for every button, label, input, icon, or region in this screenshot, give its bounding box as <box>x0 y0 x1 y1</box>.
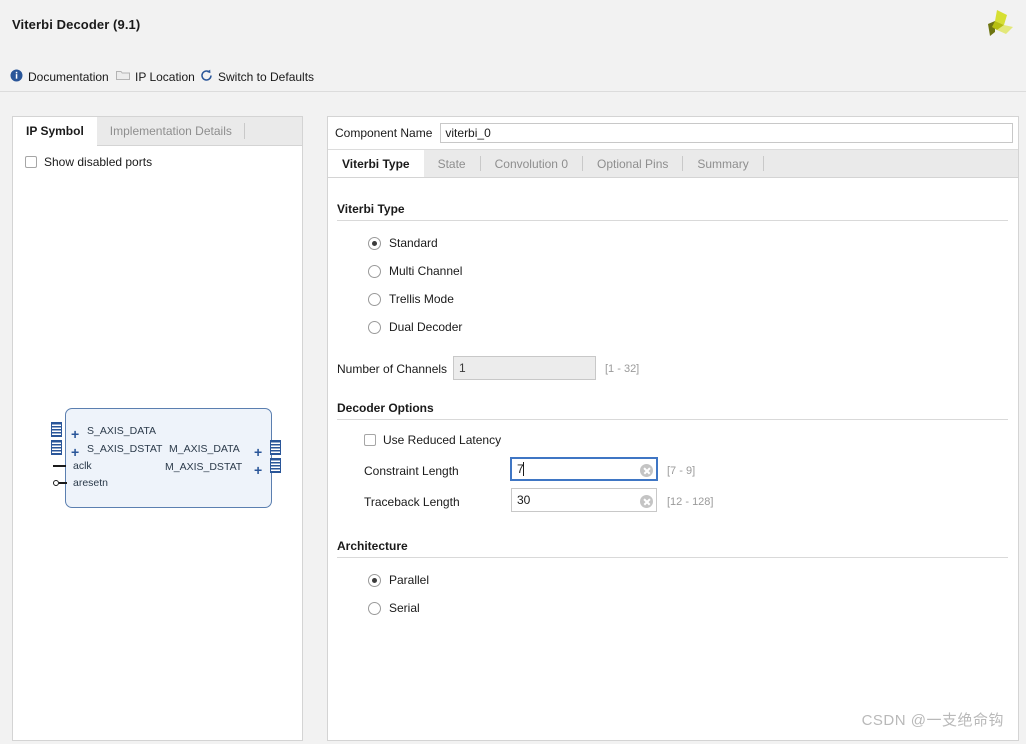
constraint-length-range: [7 - 9] <box>667 465 696 477</box>
port-label: aclk <box>73 460 92 472</box>
section-rule <box>337 220 1008 221</box>
info-icon <box>10 69 23 85</box>
ip-block-body <box>65 408 272 508</box>
switch-to-defaults-label: Switch to Defaults <box>218 70 315 84</box>
checkbox-box-icon <box>364 434 376 446</box>
config-tabstrip: Viterbi Type State Convolution 0 Optiona… <box>328 149 1018 178</box>
tab-optional-pins[interactable]: Optional Pins <box>583 150 682 177</box>
port-label: M_AXIS_DATA <box>169 443 240 455</box>
component-name-input[interactable] <box>440 123 1013 143</box>
traceback-length-range: [12 - 128] <box>667 496 714 508</box>
ip-location-label: IP Location <box>135 69 195 84</box>
tab-summary-label: Summary <box>697 156 749 171</box>
ip-location-button[interactable]: IP Location <box>116 69 195 84</box>
checkbox-box-icon <box>25 156 37 168</box>
tab-optional-pins-label: Optional Pins <box>597 156 669 171</box>
refresh-icon <box>200 69 213 85</box>
expand-port-icon[interactable]: + <box>71 427 79 441</box>
section-title-viterbi-type: Viterbi Type <box>337 202 405 216</box>
radio-dual-decoder-label: Dual Decoder <box>389 320 463 334</box>
tab-summary[interactable]: Summary <box>683 150 762 177</box>
text-caret <box>523 462 524 476</box>
use-reduced-latency-checkbox[interactable]: Use Reduced Latency <box>364 433 501 447</box>
title-bar: Viterbi Decoder (9.1) <box>0 0 1026 52</box>
clear-traceback-length-icon[interactable] <box>640 495 653 508</box>
toolbar-divider <box>0 91 1026 92</box>
radio-trellis-mode[interactable]: Trellis Mode <box>368 292 454 306</box>
bus-connector-icon <box>51 440 62 455</box>
section-title-decoder-options: Decoder Options <box>337 401 434 415</box>
radio-serial[interactable]: Serial <box>368 601 420 615</box>
clock-pin-icon <box>53 465 66 467</box>
xilinx-pinwheel-logo <box>980 8 1014 42</box>
radio-trellis-mode-indicator <box>368 292 381 306</box>
radio-standard-label: Standard <box>389 236 438 250</box>
viterbi-type-tab-content: Viterbi Type Standard Multi Channel Trel… <box>328 178 1018 740</box>
documentation-label: Documentation <box>28 70 109 84</box>
expand-port-icon[interactable]: + <box>254 463 262 477</box>
expand-port-icon[interactable]: + <box>254 445 262 459</box>
left-panel-tabstrip: IP Symbol Implementation Details <box>13 117 302 146</box>
tab-viterbi-type[interactable]: Viterbi Type <box>328 150 424 177</box>
tab-state-label: State <box>437 156 466 171</box>
port-label: aresetn <box>73 477 109 489</box>
tab-divider <box>762 156 764 171</box>
radio-standard[interactable]: Standard <box>368 236 438 250</box>
bus-connector-icon <box>51 422 62 437</box>
ip-block-symbol: + + S_AXIS_DATA S_AXIS_DSTAT aclk areset… <box>51 403 289 513</box>
tab-ip-symbol-label: IP Symbol <box>26 124 84 138</box>
bus-connector-icon <box>270 440 281 455</box>
port-label: S_AXIS_DATA <box>87 425 157 437</box>
number-of-channels-label: Number of Channels <box>337 362 448 376</box>
radio-parallel-indicator <box>368 573 381 587</box>
radio-dual-decoder-indicator <box>368 320 381 334</box>
radio-multi-channel[interactable]: Multi Channel <box>368 264 462 278</box>
radio-trellis-mode-label: Trellis Mode <box>389 292 454 306</box>
tab-viterbi-type-label: Viterbi Type <box>342 156 410 171</box>
radio-parallel[interactable]: Parallel <box>368 573 429 587</box>
number-of-channels-range: [1 - 32] <box>605 363 640 375</box>
documentation-button[interactable]: Documentation <box>10 69 109 85</box>
ip-symbol-panel: IP Symbol Implementation Details Show di… <box>12 116 303 741</box>
tab-implementation-details-label: Implementation Details <box>109 124 232 138</box>
constraint-length-label: Constraint Length <box>364 464 459 478</box>
radio-multi-channel-indicator <box>368 264 381 278</box>
show-disabled-ports-label: Show disabled ports <box>44 155 153 169</box>
page-title: Viterbi Decoder (9.1) <box>12 17 141 32</box>
expand-port-icon[interactable]: + <box>71 445 79 459</box>
watermark: CSDN @一支绝命钩 <box>861 712 1004 729</box>
show-disabled-ports-checkbox[interactable]: Show disabled ports <box>25 155 152 169</box>
tab-ip-symbol[interactable]: IP Symbol <box>13 117 97 146</box>
bus-connector-icon <box>270 458 281 473</box>
constraint-length-input[interactable] <box>510 457 658 481</box>
radio-serial-label: Serial <box>389 601 420 615</box>
section-title-architecture: Architecture <box>337 539 408 553</box>
component-name-row: Component Name <box>328 117 1018 149</box>
folder-icon <box>116 69 130 84</box>
configuration-panel: Component Name Viterbi Type State Convol… <box>327 116 1019 741</box>
radio-standard-indicator <box>368 236 381 250</box>
toolbar: Documentation IP Location Switch to Defa… <box>0 62 1026 92</box>
use-reduced-latency-label: Use Reduced Latency <box>383 433 502 447</box>
tab-convolution-0-label: Convolution 0 <box>494 156 568 171</box>
radio-serial-indicator <box>368 601 381 615</box>
port-label: M_AXIS_DSTAT <box>165 461 243 473</box>
radio-parallel-label: Parallel <box>389 573 430 587</box>
port-label: S_AXIS_DSTAT <box>87 443 163 455</box>
tab-state[interactable]: State <box>424 150 480 177</box>
section-rule <box>337 557 1008 558</box>
radio-dual-decoder[interactable]: Dual Decoder <box>368 320 462 334</box>
reset-pin-icon <box>59 482 67 484</box>
tab-convolution-0[interactable]: Convolution 0 <box>481 150 582 177</box>
traceback-length-label: Traceback Length <box>364 495 460 509</box>
clear-constraint-length-icon[interactable] <box>640 464 653 477</box>
active-low-bubble-icon <box>53 480 59 486</box>
number-of-channels-input[interactable] <box>453 356 596 380</box>
section-rule <box>337 419 1008 420</box>
radio-multi-channel-label: Multi Channel <box>389 264 463 278</box>
tab-implementation-details[interactable]: Implementation Details <box>97 117 245 145</box>
traceback-length-input[interactable] <box>511 488 657 512</box>
component-name-label: Component Name <box>335 126 433 140</box>
switch-to-defaults-button[interactable]: Switch to Defaults <box>200 69 314 85</box>
